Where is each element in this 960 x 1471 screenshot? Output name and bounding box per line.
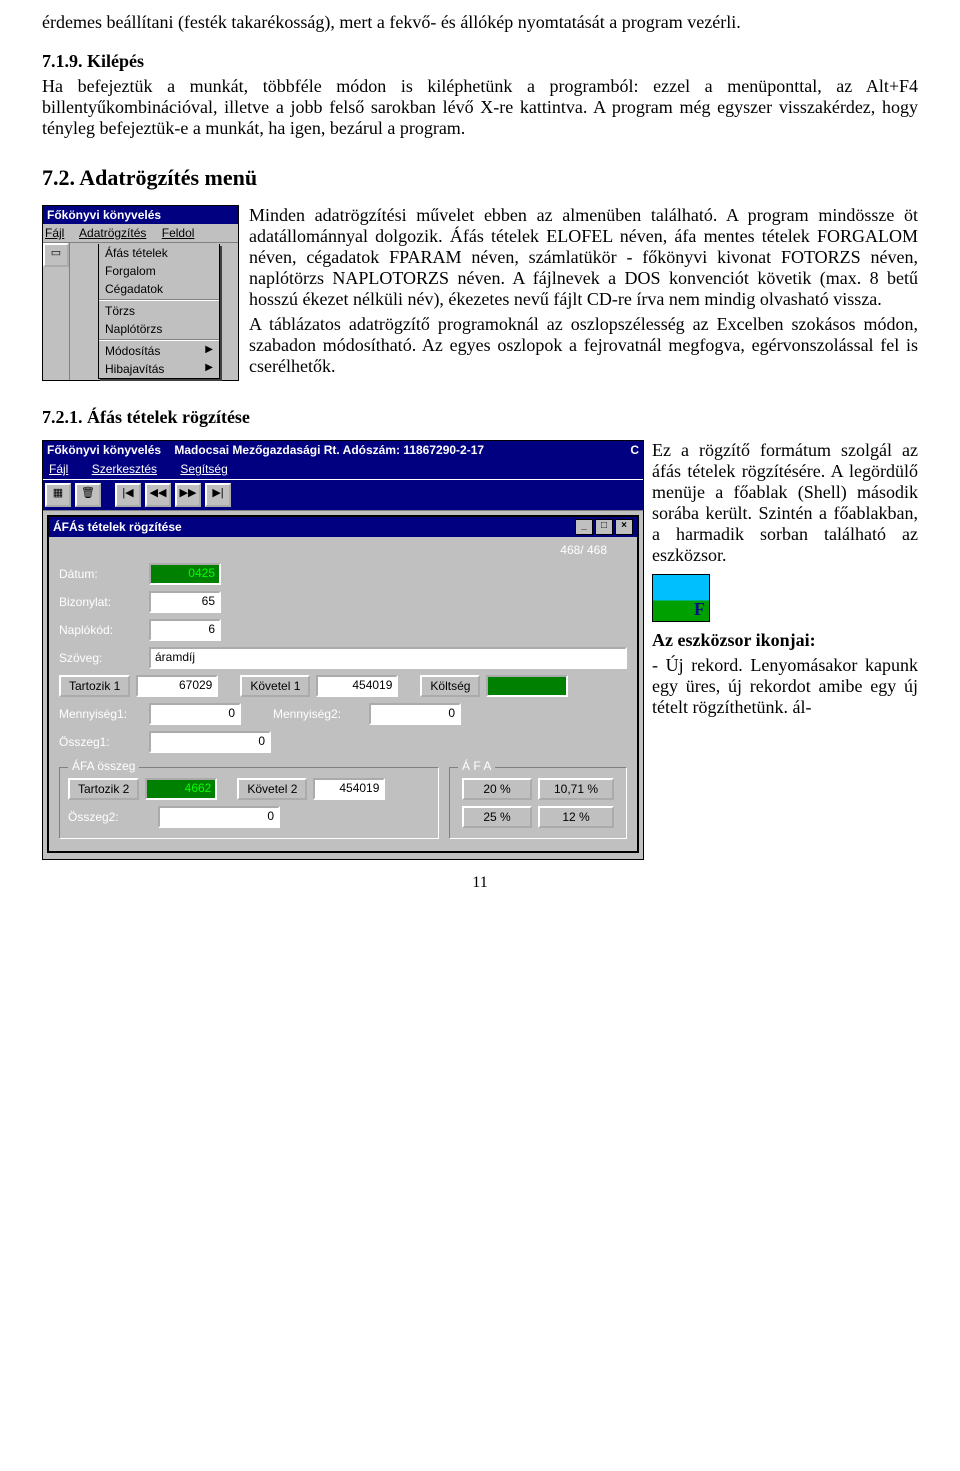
app-logo-icon [652,574,710,622]
intro-paragraph: érdemes beállítani (festék takarékosság)… [42,12,918,33]
minimize-icon[interactable]: _ [575,519,593,535]
toolbar-next-icon[interactable]: ▶▶ [175,483,201,507]
sec-721-side-p1: Ez a rögzítő formátum szolgál az áfás té… [652,440,918,566]
field-kovetel2[interactable]: 454019 [313,778,385,800]
menu-feldol[interactable]: Feldol [162,226,201,240]
button-koltseg[interactable]: Költség [420,675,480,697]
shell-menubar: Fájl Szerkesztés Segítség [43,459,643,479]
field-tartozik1[interactable]: 67029 [136,675,218,697]
label-bizonylat: Bizonylat: [59,595,143,609]
adatrogzites-dropdown: Áfás tételek Forgalom Cégadatok Törzs Na… [98,244,220,379]
button-afa-20[interactable]: 20 % [462,778,532,800]
toolbar-first-icon[interactable]: |◀ [115,483,141,507]
menu-item-modositas[interactable]: Módosítás▶ [99,342,219,360]
toolbar-delete-icon[interactable]: 🗑 [75,483,101,507]
field-naplokod[interactable]: 6 [149,619,221,641]
sec-72-heading: 7.2. Adatrögzítés menü [42,165,918,191]
shell-titlebar: Főkönyvi könyvelés Madocsai Mezőgazdaság… [43,441,643,459]
label-osszeg2: Összeg2: [68,810,152,824]
toolbar-prev-icon[interactable]: ◀◀ [145,483,171,507]
sec-72-body-1: Minden adatrögzítési művelet ebben az al… [249,205,918,310]
label-menny1: Mennyiség1: [59,707,143,721]
button-kovetel1[interactable]: Követel 1 [240,675,310,697]
button-afa-25[interactable]: 25 % [462,806,532,828]
page-number: 11 [42,874,918,892]
record-counter: 468/ 468 [59,543,627,557]
form-window: ÁFÁs tételek rögzítése _ □ × 468/ 468 Dá… [47,515,639,853]
label-datum: Dátum: [59,567,143,581]
label-menny2: Mennyiség2: [273,707,363,721]
sec-719-num: 7.1.9. Kilépés [42,51,144,71]
button-afa-1071[interactable]: 10,71 % [538,778,614,800]
field-menny1[interactable]: 0 [149,703,241,725]
field-datum[interactable]: 0425 [149,563,221,585]
sec-721-side-strong: Az eszközsor ikonjai: [652,630,816,650]
group-afa: Á F A [458,759,495,773]
window-title: Főkönyvi könyvelés [43,206,238,224]
toolbar-new-icon[interactable]: ▦ [45,483,71,507]
menu-item-cegadatok[interactable]: Cégadatok [99,280,219,298]
menu-adatrogzites[interactable]: Adatrögzítés [79,226,152,240]
sec-721-side-p2: - Új rekord. Lenyomásakor kapunk egy üre… [652,655,918,718]
menu-item-torzs[interactable]: Törzs [99,302,219,320]
button-afa-12[interactable]: 12 % [538,806,614,828]
menu-item-forgalom[interactable]: Forgalom [99,262,219,280]
menu-item-afas-tetelek[interactable]: Áfás tételek [99,244,219,262]
sec-72-body-2: A táblázatos adatrögzítő programoknál az… [249,314,918,377]
menu-fajl[interactable]: Fájl [45,226,70,240]
sec-721-heading: 7.2.1. Áfás tételek rögzítése [42,407,918,428]
shell-app-title: Főkönyvi könyvelés [47,443,161,457]
button-tartozik2[interactable]: Tartozik 2 [68,778,139,800]
field-koltseg[interactable] [486,675,568,697]
menu-item-naplotorzs[interactable]: Naplótörzs [99,320,219,338]
label-osszeg1: Összeg1: [59,735,143,749]
field-menny2[interactable]: 0 [369,703,461,725]
shell-screenshot: Főkönyvi könyvelés Madocsai Mezőgazdaság… [42,440,644,860]
button-kovetel2[interactable]: Követel 2 [237,778,307,800]
button-tartozik1[interactable]: Tartozik 1 [59,675,130,697]
shell-menu-szerk[interactable]: Szerkesztés [92,462,167,476]
toolbar-open-icon[interactable]: ▭ [43,243,69,267]
maximize-icon[interactable]: □ [595,519,613,535]
field-tartozik2[interactable]: 4662 [145,778,217,800]
toolbar-last-icon[interactable]: ▶| [205,483,231,507]
menu-item-hibajavitas[interactable]: Hibajavítás▶ [99,360,219,378]
label-szoveg: Szöveg: [59,651,143,665]
shell-menu-fajl[interactable]: Fájl [49,462,78,476]
field-osszeg2[interactable]: 0 [158,806,280,828]
field-szoveg[interactable]: áramdíj [149,647,627,669]
group-afa-osszeg: ÁFA összeg [68,759,139,773]
field-kovetel1[interactable]: 454019 [316,675,398,697]
form-title: ÁFÁs tételek rögzítése [53,520,182,534]
sec-719-body: Ha befejeztük a munkát, többféle módon i… [42,76,918,139]
shell-company-title: Madocsai Mezőgazdasági Rt. Adószám: 1186… [174,443,484,457]
label-naplokod: Naplókód: [59,623,143,637]
field-osszeg1[interactable]: 0 [149,731,271,753]
menu-bar: Fájl Adatrögzítés Feldol [43,224,238,243]
close-icon[interactable]: × [615,519,633,535]
field-bizonylat[interactable]: 65 [149,591,221,613]
shell-menu-segitseg[interactable]: Segítség [180,462,237,476]
menu-screenshot: Főkönyvi könyvelés Fájl Adatrögzítés Fel… [42,205,239,381]
shell-title-right: C [630,443,639,457]
